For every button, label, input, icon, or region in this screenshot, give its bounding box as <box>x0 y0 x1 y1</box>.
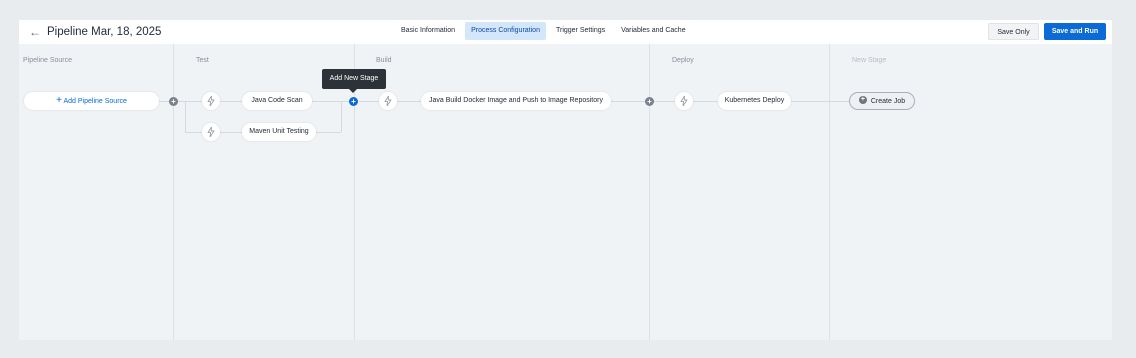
job-java-code-scan[interactable]: Java Code Scan <box>242 92 312 110</box>
add-pipeline-source-label: Add Pipeline Source <box>63 98 127 105</box>
connector-line <box>791 101 849 102</box>
tab-basic-information[interactable]: Basic Information <box>395 22 461 40</box>
job-maven-unit-testing[interactable]: Maven Unit Testing <box>242 123 316 141</box>
parallel-job-button[interactable] <box>379 92 397 110</box>
connector-line <box>693 101 718 102</box>
lightning-icon <box>207 96 215 106</box>
add-new-stage-plus-icon[interactable]: + <box>349 97 358 106</box>
add-stage-plus-icon[interactable]: + <box>645 97 654 106</box>
stage-title-pipeline-source: Pipeline Source <box>23 57 73 64</box>
lightning-icon <box>207 127 215 137</box>
pipeline-editor: ← Pipeline Mar, 18, 2025 Basic Informati… <box>19 20 1112 340</box>
connector-line <box>312 101 349 102</box>
stage-title-test[interactable]: Test <box>196 57 209 64</box>
connector-line <box>220 101 242 102</box>
lightning-icon <box>680 96 688 106</box>
tab-trigger-settings[interactable]: Trigger Settings <box>550 22 611 40</box>
tooltip-arrow <box>349 89 357 93</box>
connector-line <box>220 132 242 133</box>
stage-title-build[interactable]: Build <box>376 57 392 64</box>
add-stage-plus-icon[interactable]: + <box>169 97 178 106</box>
connector-line <box>185 132 202 133</box>
stage-title-deploy[interactable]: Deploy <box>672 57 694 64</box>
add-pipeline-source-button[interactable]: + Add Pipeline Source <box>24 92 159 110</box>
create-job-label: Create Job <box>870 98 906 105</box>
stage-divider <box>649 44 650 340</box>
create-job-button[interactable]: + Create Job <box>849 92 915 110</box>
tab-process-configuration[interactable]: Process Configuration <box>465 22 546 40</box>
parallel-job-button[interactable] <box>202 92 220 110</box>
plus-circle-icon: + <box>858 96 867 105</box>
stage-divider <box>829 44 830 340</box>
stage-divider <box>173 44 174 340</box>
parallel-job-button[interactable] <box>202 123 220 141</box>
connector-line <box>397 101 421 102</box>
tab-variables-and-cache[interactable]: Variables and Cache <box>615 22 691 40</box>
save-and-run-button[interactable]: Save and Run <box>1044 23 1106 40</box>
top-bar: ← Pipeline Mar, 18, 2025 Basic Informati… <box>19 20 1112 44</box>
save-only-button[interactable]: Save Only <box>988 23 1039 40</box>
plus-icon: + <box>56 95 62 106</box>
parallel-job-button[interactable] <box>675 92 693 110</box>
tab-bar: Basic Information Process Configuration … <box>395 22 696 42</box>
connector-line <box>185 101 186 132</box>
connector-line <box>359 101 379 102</box>
connector-line <box>341 101 342 132</box>
connector-line <box>654 101 675 102</box>
page-title: Pipeline Mar, 18, 2025 <box>47 26 162 38</box>
job-java-build-docker-image[interactable]: Java Build Docker Image and Push to Imag… <box>421 92 611 110</box>
connector-line <box>316 132 341 133</box>
add-new-stage-tooltip: Add New Stage <box>322 69 386 89</box>
connector-line <box>611 101 645 102</box>
job-kubernetes-deploy[interactable]: Kubernetes Deploy <box>718 92 791 110</box>
connector-line <box>178 101 202 102</box>
lightning-icon <box>384 96 392 106</box>
back-arrow-icon[interactable]: ← <box>27 22 43 42</box>
stage-title-new-stage[interactable]: New Stage <box>852 57 886 64</box>
